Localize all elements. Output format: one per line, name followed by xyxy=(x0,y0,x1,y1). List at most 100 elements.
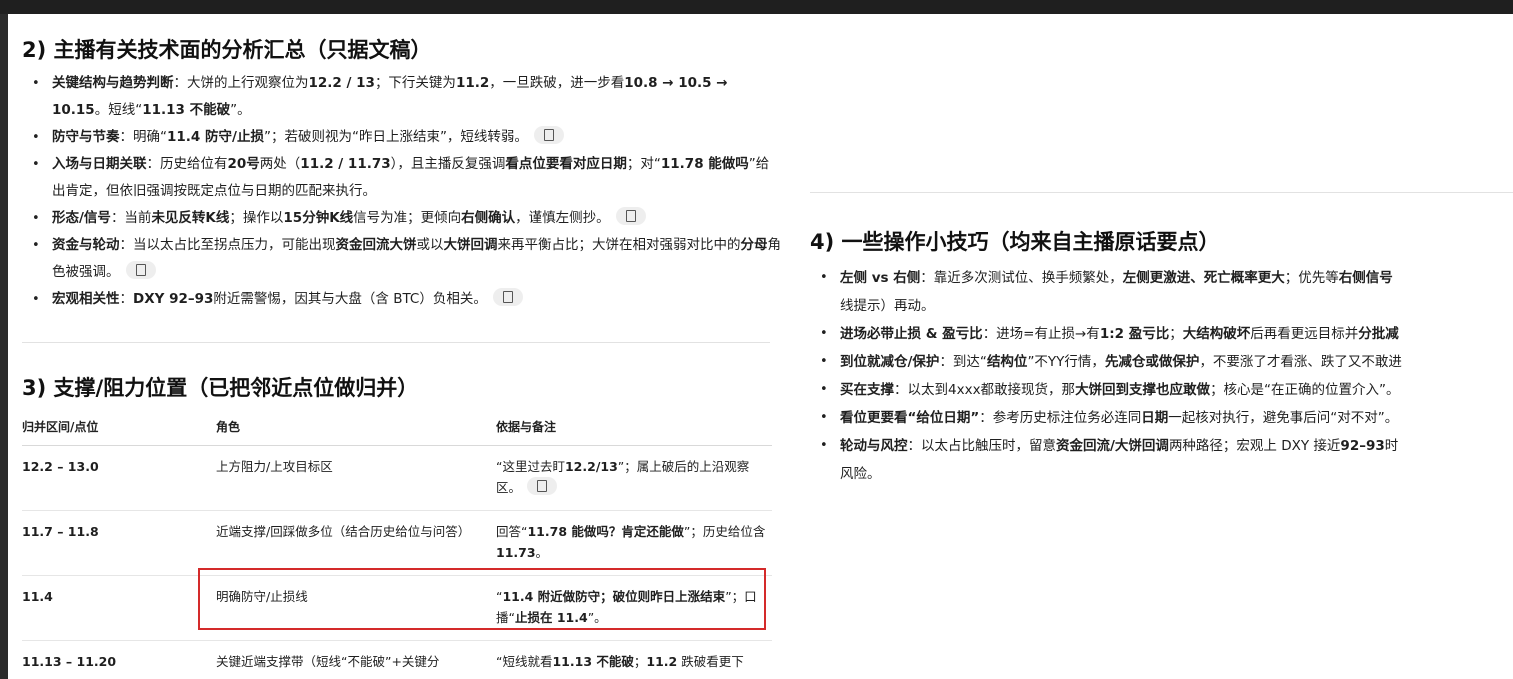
item-text: ：历史给位有 xyxy=(146,156,228,172)
list-item: 资金与轮动：当以太占比至拐点压力，可能出现资金回流大饼或以大饼回调来再平衡占比；… xyxy=(22,232,782,286)
copy-icon[interactable] xyxy=(527,477,558,495)
item-text: ：以太到4xxx都敢接现货，那 xyxy=(894,382,1076,398)
note-text: 11.78 能做吗？肯定还能做 xyxy=(527,524,684,539)
item-text: 资金回流大饼 xyxy=(335,237,417,253)
cell-range: 12.2 – 13.0 xyxy=(22,445,216,511)
list-item: 买在支撑：以太到4xxx都敢接现货，那大饼回到支撑也应敢做；核心是“在正确的位置… xyxy=(810,376,1513,404)
note-text: 回答“ xyxy=(496,524,528,539)
item-text: 日期 xyxy=(1141,410,1169,426)
item-text: ；优先等 xyxy=(1284,270,1339,286)
item-text: 一起核对执行，避免事后问“对不对”。 xyxy=(1168,410,1399,426)
item-text: ；核心是“在正确的位置介入”。 xyxy=(1210,382,1400,398)
table-header-row: 归并区间/点位 角色 依据与备注 xyxy=(22,412,772,446)
item-text: ：参考历史标注位务必连同 xyxy=(979,410,1142,426)
note-text: 跌破看更下 xyxy=(677,654,744,669)
cell-note: 回答“11.78 能做吗？肯定还能做”；历史给位含 11.73。 xyxy=(496,510,772,576)
note-text: 11.4 附近做防守；破位则昨日上涨结束 xyxy=(502,589,726,604)
note-text: 12.2/13 xyxy=(564,459,618,474)
item-lead: 入场与日期关联 xyxy=(52,156,147,172)
note-text: ”。 xyxy=(587,610,607,625)
item-text: ：到达“ xyxy=(939,354,987,370)
item-lead: 进场必带止损 & 盈亏比 xyxy=(840,326,983,342)
item-text: 12.2 / 13 xyxy=(308,75,375,91)
list-item-continuation: 线提示）再动。 xyxy=(840,298,935,314)
item-text: ，谨慎左侧抄。 xyxy=(515,210,610,226)
list-item: 到位就减仓/保护：到达“结构位”不YY行情，先减仓或做保护，不要涨了才看涨、跌了… xyxy=(810,348,1513,376)
table-row: 11.4 明确防守/止损线 “11.4 附近做防守；破位则昨日上涨结束”；口播“止损… xyxy=(22,575,772,641)
item-text: ”不YY行情， xyxy=(1027,354,1105,370)
cell-role: 明确防守/止损线 xyxy=(216,575,496,641)
item-lead: 防守与节奏 xyxy=(52,129,120,145)
note-text: “这里过去盯 xyxy=(496,459,565,474)
section-4-list: 左侧 vs 右侧：靠近多次测试位、换手频繁处，左侧更激进、死亡概率更大；优先等右… xyxy=(810,264,1513,488)
item-lead: 关键结构与趋势判断 xyxy=(52,75,174,91)
table-row: 11.13 – 11.20 关键近端支撑带（短线“不能破”+关键分 “短线就看11.… xyxy=(22,640,772,679)
item-text: 时 xyxy=(1384,438,1399,454)
table-row: 12.2 – 13.0 上方阻力/上攻目标区 “这里过去盯12.2/13”；属上破后… xyxy=(22,445,772,511)
table-body: 12.2 – 13.0 上方阻力/上攻目标区 “这里过去盯12.2/13”；属上破后… xyxy=(22,445,772,679)
list-item: 轮动与风控：以太占比触压时，留意资金回流/大饼回调两种路径；宏观上 DXY 接近… xyxy=(810,432,1513,460)
list-item: 左侧 vs 右侧：靠近多次测试位、换手频繁处，左侧更激进、死亡概率更大；优先等右… xyxy=(810,264,1513,292)
item-text: 左侧更激进、死亡概率更大 xyxy=(1122,270,1285,286)
item-text: 两种路径；宏观上 DXY 接近 xyxy=(1168,438,1341,454)
item-text: 看点位要看对应日期 xyxy=(505,156,627,172)
window-top-bar xyxy=(0,0,1513,14)
cell-note: “短线就看11.13 不能破；11.2 跌破看更下 xyxy=(496,640,772,679)
section-3-heading: 3) 支撑/阻力位置（已把邻近点位做归并） xyxy=(22,376,419,400)
item-text: 未见反转K线 xyxy=(151,210,230,226)
cell-range: 11.7 – 11.8 xyxy=(22,510,216,576)
cell-role: 近端支撑/回踩做多位（结合历史给位与问答） xyxy=(216,510,496,576)
item-text: 资金回流/大饼回调 xyxy=(1056,438,1169,454)
item-text: 大饼回调 xyxy=(443,237,498,253)
cell-range: 11.4 xyxy=(22,575,216,641)
item-text: ；操作以 xyxy=(229,210,284,226)
cell-note: “11.4 附近做防守；破位则昨日上涨结束”；口播“止损在 11.4”。 xyxy=(496,575,772,641)
item-text: 1:2 盈亏比 xyxy=(1099,326,1170,342)
item-lead: 资金与轮动 xyxy=(52,237,120,253)
item-lead: 左侧 vs 右侧 xyxy=(840,270,921,286)
list-item: 防守与节奏：明确“11.4 防守/止损”；若破则视为“昨日上涨结束”，短线转弱。 xyxy=(22,124,782,151)
item-text: 11.13 不能破 xyxy=(142,102,231,118)
item-text: 右侧确认 xyxy=(461,210,516,226)
column-header-notes: 依据与备注 xyxy=(496,412,772,446)
item-lead: 买在支撑 xyxy=(840,382,894,398)
item-text: 先减仓或做保护 xyxy=(1104,354,1200,370)
list-item: 进场必带止损 & 盈亏比：进场=有止损→有1:2 盈亏比；大结构破坏后再看更远目… xyxy=(810,320,1513,348)
cell-range: 11.13 – 11.20 xyxy=(22,640,216,679)
copy-icon[interactable] xyxy=(533,126,564,144)
item-text: ：进场=有止损→有 xyxy=(982,326,1100,342)
column-header-role: 角色 xyxy=(216,412,496,446)
item-text: ，一旦跌破，进一步看 xyxy=(489,75,625,91)
note-text: ； xyxy=(633,654,647,669)
list-item: 宏观相关性：DXY 92–93附近需警惕，因其与大盘（含 BTC）负相关。 xyxy=(22,286,782,313)
item-text: 信号为准；更倾向 xyxy=(353,210,462,226)
item-text: ；下行关键为 xyxy=(374,75,456,91)
section-divider xyxy=(22,342,770,343)
column-header-range: 归并区间/点位 xyxy=(22,412,216,446)
list-item: 看位更要看“给位日期”：参考历史标注位务必连同日期一起核对执行，避免事后问“对不… xyxy=(810,404,1513,432)
list-item: 入场与日期关联：历史给位有20号两处（11.2 / 11.73），且主播反复强调… xyxy=(22,151,782,205)
item-text: DXY 92–93 xyxy=(133,291,214,307)
item-text: ： xyxy=(119,291,134,307)
item-text: ），且主播反复强调 xyxy=(390,156,506,172)
item-text: 11.2 xyxy=(455,75,490,91)
item-text: ：明确“ xyxy=(119,129,168,145)
item-text: 。短线“ xyxy=(94,102,143,118)
cell-role: 关键近端支撑带（短线“不能破”+关键分 xyxy=(216,640,496,679)
item-lead: 宏观相关性 xyxy=(52,291,120,307)
copy-icon[interactable] xyxy=(125,261,156,279)
document-left-panel: 2) 主播有关技术面的分析汇总（只据文稿） 关键结构与趋势判断：大饼的上行观察位… xyxy=(8,14,798,679)
copy-icon[interactable] xyxy=(492,288,523,306)
item-text: ：大饼的上行观察位为 xyxy=(173,75,309,91)
note-text: 止损在 11.4 xyxy=(514,610,588,625)
item-text: ：当前 xyxy=(110,210,152,226)
section-divider xyxy=(810,192,1513,193)
item-lead: 看位更要看“给位日期” xyxy=(840,410,980,426)
copy-icon[interactable] xyxy=(615,207,646,225)
note-text: ”；历史给位含 xyxy=(683,524,766,539)
item-lead: 轮动与风控 xyxy=(840,438,908,454)
item-text: 大饼回到支撑也应敢做 xyxy=(1075,382,1211,398)
item-text: ：当以太占比至拐点压力，可能出现 xyxy=(119,237,336,253)
item-text: ：靠近多次测试位、换手频繁处， xyxy=(920,270,1123,286)
item-text: ，不要涨了才看涨、跌了又不敢进 xyxy=(1199,354,1402,370)
